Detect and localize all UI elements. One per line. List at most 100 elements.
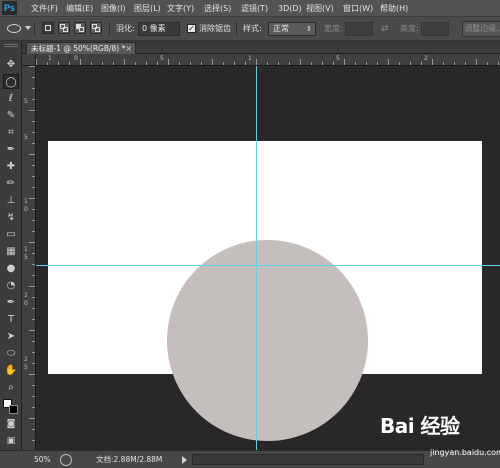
ruler-tick-label: 0 bbox=[74, 55, 78, 62]
ruler-tick bbox=[333, 62, 334, 65]
ruler-tick bbox=[91, 62, 92, 65]
ruler-tick bbox=[366, 62, 367, 65]
ruler-tick bbox=[344, 59, 345, 65]
ruler-tick bbox=[32, 220, 35, 221]
elliptical-marquee-preset-icon[interactable] bbox=[7, 24, 21, 33]
zoom-level[interactable]: 50% bbox=[34, 451, 51, 468]
ruler-tick bbox=[465, 62, 466, 65]
horizontal-guide[interactable] bbox=[36, 265, 500, 266]
ruler-tick bbox=[476, 59, 477, 65]
menu-view[interactable]: 视图(V) bbox=[306, 0, 334, 17]
ruler-tick bbox=[322, 62, 323, 65]
menu-3d[interactable]: 3D(D) bbox=[278, 0, 302, 17]
ruler-tick bbox=[32, 264, 35, 265]
document-canvas[interactable] bbox=[48, 141, 482, 441]
vertical-ruler[interactable]: 5510152025 bbox=[22, 66, 36, 450]
ruler-origin[interactable] bbox=[22, 54, 36, 66]
vertical-guide[interactable] bbox=[256, 66, 257, 450]
feather-label: 羽化: bbox=[116, 24, 135, 33]
background-color-swatch[interactable] bbox=[9, 405, 18, 414]
ruler-tick bbox=[32, 319, 35, 320]
ruler-tick-label: 0 bbox=[24, 300, 28, 307]
status-menu-arrow-icon[interactable] bbox=[182, 456, 187, 464]
intersect-selection-icon[interactable] bbox=[90, 22, 102, 34]
pen-tool-icon[interactable]: ✒ bbox=[3, 295, 19, 310]
ruler-tick bbox=[201, 62, 202, 65]
ruler-tick bbox=[69, 62, 70, 65]
ruler-tick bbox=[212, 59, 213, 65]
ruler-tick bbox=[135, 62, 136, 65]
ruler-tick-label: 2 bbox=[24, 356, 28, 363]
quick-selection-tool-icon[interactable]: ✎ bbox=[3, 108, 19, 123]
crop-tool-icon[interactable]: ⌗ bbox=[3, 125, 19, 140]
zoom-tool-icon[interactable]: ⌕ bbox=[3, 380, 19, 395]
menu-select[interactable]: 选择(S) bbox=[204, 0, 231, 17]
ruler-tick bbox=[190, 62, 191, 65]
baidu-logo: Bai 经验 bbox=[380, 414, 460, 438]
elliptical-marquee-tool-icon[interactable]: ◯ bbox=[3, 74, 19, 89]
ruler-tick-label: 2 bbox=[424, 55, 428, 62]
menu-type[interactable]: 文字(Y) bbox=[167, 0, 194, 17]
ruler-tick bbox=[168, 59, 169, 65]
menu-image[interactable]: 图像(I) bbox=[101, 0, 126, 17]
preset-dropdown-icon[interactable] bbox=[25, 26, 31, 30]
new-selection-icon[interactable] bbox=[42, 22, 54, 34]
baidu-watermark: Bai 经验 jingyan.baidu.com bbox=[380, 410, 500, 466]
document-tab[interactable]: 未标题-1 @ 50%(RGB/8) * × bbox=[26, 42, 136, 54]
width-input bbox=[345, 22, 373, 36]
subtract-from-selection-icon[interactable] bbox=[74, 22, 86, 34]
quick-mask-icon[interactable]: ◙ bbox=[3, 417, 19, 432]
ruler-tick bbox=[29, 154, 35, 155]
ruler-tick bbox=[32, 308, 35, 309]
divider bbox=[236, 22, 237, 36]
ellipse-shape-tool-icon[interactable]: ⬭ bbox=[3, 346, 19, 361]
feather-input[interactable]: 0 像素 bbox=[138, 22, 180, 36]
eyedropper-tool-icon[interactable]: ✒ bbox=[3, 142, 19, 157]
menu-edit[interactable]: 编辑(E) bbox=[66, 0, 93, 17]
menu-layer[interactable]: 图层(L) bbox=[134, 0, 161, 17]
menu-filter[interactable]: 滤镜(T) bbox=[241, 0, 268, 17]
move-tool-icon[interactable]: ✥ bbox=[3, 57, 19, 72]
style-select-value: 正常 bbox=[273, 24, 289, 33]
ruler-tick bbox=[245, 62, 246, 65]
blur-tool-icon[interactable]: ● bbox=[3, 261, 19, 276]
watermark-url: jingyan.baidu.com bbox=[430, 448, 500, 457]
close-icon[interactable]: × bbox=[125, 43, 132, 54]
document-tab-bar: 未标题-1 @ 50%(RGB/8) * × bbox=[22, 41, 500, 54]
dodge-tool-icon[interactable]: ◔ bbox=[3, 278, 19, 293]
ruler-tick bbox=[355, 62, 356, 65]
antialias-checkbox[interactable]: ✓ bbox=[187, 24, 196, 33]
width-label: 宽度: bbox=[324, 24, 343, 33]
ruler-tick bbox=[32, 209, 35, 210]
healing-brush-tool-icon[interactable]: ✚ bbox=[3, 159, 19, 174]
menu-file[interactable]: 文件(F) bbox=[31, 0, 58, 17]
style-select[interactable]: 正常 ⇕ bbox=[268, 22, 316, 36]
ruler-tick bbox=[32, 132, 35, 133]
canvas-area[interactable] bbox=[36, 66, 500, 450]
swap-icon: ⇄ bbox=[381, 24, 389, 34]
clone-stamp-tool-icon[interactable]: ⊥ bbox=[3, 193, 19, 208]
ruler-tick-label: 1 bbox=[24, 246, 28, 253]
type-tool-icon[interactable]: T bbox=[3, 312, 19, 327]
brush-tool-icon[interactable]: ✏ bbox=[3, 176, 19, 191]
toolbox-grip bbox=[4, 44, 18, 47]
path-selection-tool-icon[interactable]: ➤ bbox=[3, 329, 19, 344]
ruler-tick bbox=[29, 374, 35, 375]
ruler-tick bbox=[32, 165, 35, 166]
status-info-icon[interactable] bbox=[60, 454, 72, 466]
history-brush-tool-icon[interactable]: ↯ bbox=[3, 210, 19, 225]
menu-window[interactable]: 窗口(W) bbox=[343, 0, 373, 17]
lasso-tool-icon[interactable]: ℓ bbox=[3, 91, 19, 106]
hand-tool-icon[interactable]: ✋ bbox=[3, 363, 19, 378]
ruler-tick bbox=[267, 62, 268, 65]
horizontal-ruler[interactable]: 1 0 5 1 5 2 bbox=[36, 54, 500, 66]
add-to-selection-icon[interactable] bbox=[58, 22, 70, 34]
menu-help[interactable]: 帮助(H) bbox=[380, 0, 408, 17]
screen-mode-icon[interactable]: ▣ bbox=[3, 434, 19, 449]
gradient-tool-icon[interactable]: ▦ bbox=[3, 244, 19, 259]
ruler-tick bbox=[32, 341, 35, 342]
eraser-tool-icon[interactable]: ▭ bbox=[3, 227, 19, 242]
ruler-tick bbox=[29, 110, 35, 111]
ruler-tick-label: 1 bbox=[248, 55, 252, 62]
divider bbox=[34, 22, 35, 36]
